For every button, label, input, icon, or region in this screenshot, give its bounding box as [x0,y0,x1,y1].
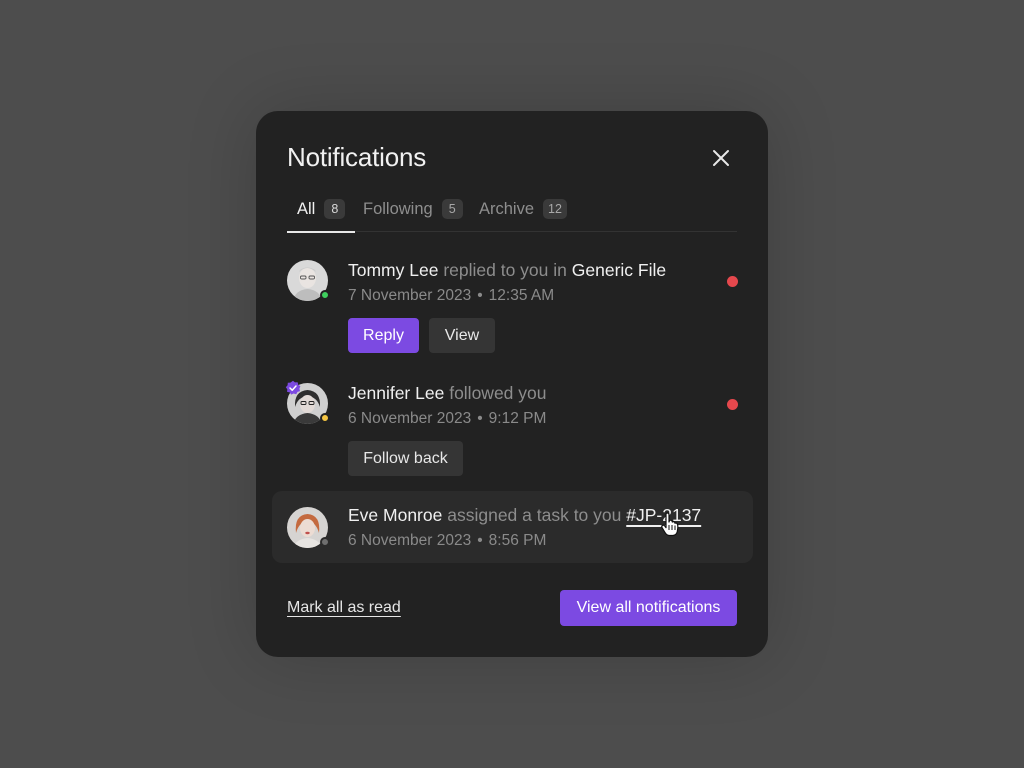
notification-time: 9:12 PM [488,410,547,427]
actor-name: Jennifer Lee [348,383,445,403]
close-button[interactable] [708,145,734,171]
unread-dot [727,276,738,287]
separator-dot: • [477,532,483,549]
tab-label: Archive [479,200,535,218]
hand-pointer-cursor-icon [661,512,679,537]
notification-text: Eve Monroe assigned a task to you #JP-21… [348,505,701,526]
notification-item[interactable]: Jennifer Lee followed you 6 November 202… [272,380,753,483]
close-icon [713,150,729,166]
tab-all[interactable]: All 8 [287,195,356,233]
tab-label: Following [363,200,433,218]
notifications-panel: Notifications All 8 Following 5 Archive … [256,111,768,657]
action-text: followed you [449,383,547,403]
mark-all-as-read-link[interactable]: Mark all as read [287,599,401,617]
status-indicator [320,290,330,300]
unread-dot [727,399,738,410]
avatar [287,507,330,548]
tab-following[interactable]: Following 5 [363,195,463,232]
notification-item[interactable]: Tommy Lee replied to you in Generic File… [272,260,753,360]
status-indicator [320,537,330,547]
notification-item[interactable]: Eve Monroe assigned a task to you #JP-21… [272,491,753,563]
target-link[interactable]: Generic File [572,260,666,280]
notification-time: 12:35 AM [488,287,555,304]
verified-badge-icon [285,380,301,395]
view-button[interactable]: View [429,318,495,353]
reply-button[interactable]: Reply [348,318,419,353]
avatar [285,380,330,424]
tab-count-badge: 12 [543,199,567,219]
notification-date: 7 November 2023 [348,287,472,304]
action-text: assigned a task to you [447,505,622,525]
notification-meta: 7 November 2023 • 12:35 AM [348,287,554,305]
action-text: replied to you in [443,260,567,280]
tab-count-badge: 8 [324,199,346,219]
notification-text: Tommy Lee replied to you in Generic File [348,260,666,281]
view-all-notifications-button[interactable]: View all notifications [560,590,737,626]
follow-back-button[interactable]: Follow back [348,441,463,476]
notification-meta: 6 November 2023 • 9:12 PM [348,410,546,428]
notification-date: 6 November 2023 [348,532,472,549]
notification-time: 8:56 PM [488,532,547,549]
status-indicator [320,413,330,423]
tab-archive[interactable]: Archive 12 [479,195,567,232]
tab-bar: All 8 Following 5 Archive 12 [287,195,737,233]
notification-meta: 6 November 2023 • 8:56 PM [348,532,546,550]
avatar [287,260,330,301]
tab-label: All [297,200,316,218]
panel-title: Notifications [287,142,427,172]
actor-name: Eve Monroe [348,505,443,525]
separator-dot: • [477,287,483,304]
tab-count-badge: 5 [441,199,463,219]
separator-dot: • [477,410,483,427]
notification-date: 6 November 2023 [348,410,472,427]
actor-name: Tommy Lee [348,260,439,280]
notification-text: Jennifer Lee followed you [348,383,547,404]
